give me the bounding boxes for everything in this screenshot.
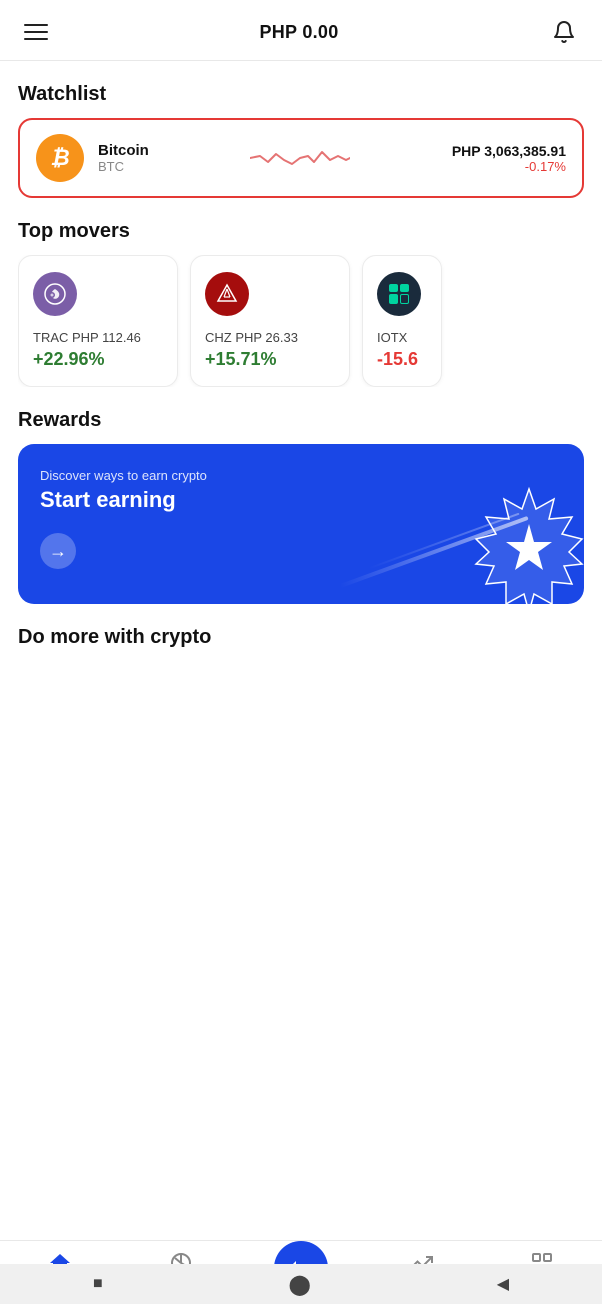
iotx-card[interactable]: IOTX -15.6 (362, 255, 442, 387)
rewards-arrow-button[interactable]: → (40, 533, 76, 569)
chz-change: +15.71% (205, 349, 335, 370)
rewards-card[interactable]: Discover ways to earn crypto Start earni… (18, 444, 584, 604)
coin-change: -0.17% (452, 159, 566, 174)
iotx-icon (377, 272, 421, 316)
android-back-btn[interactable]: ◀ (497, 1274, 509, 1294)
rewards-badge (464, 484, 584, 604)
rewards-title: Rewards (18, 409, 584, 432)
rewards-subtitle: Discover ways to earn crypto (40, 468, 562, 483)
bitcoin-symbol: ₿ (50, 145, 69, 171)
coin-price: PHP 3,063,385.91 (452, 143, 566, 159)
chz-label: CHZ PHP 26.33 (205, 330, 335, 345)
movers-row: TRAC PHP 112.46 +22.96% CHZ PHP 26.33 +1… (18, 255, 584, 387)
coin-name: Bitcoin (98, 142, 149, 159)
arrow-icon: → (49, 541, 67, 562)
iotx-change: -15.6 (377, 349, 427, 370)
android-circle-btn[interactable]: ⬤ (288, 1272, 310, 1297)
trac-change: +22.96% (33, 349, 163, 370)
trac-card[interactable]: TRAC PHP 112.46 +22.96% (18, 255, 178, 387)
trac-icon (33, 272, 77, 316)
chz-card[interactable]: CHZ PHP 26.33 +15.71% (190, 255, 350, 387)
android-square-btn[interactable]: ■ (93, 1275, 103, 1293)
iotx-label: IOTX (377, 330, 427, 345)
coin-info: Bitcoin BTC (98, 142, 149, 174)
header: PHP 0.00 (0, 0, 602, 61)
notifications-button[interactable] (550, 18, 578, 46)
main-content: Watchlist ₿ Bitcoin BTC PHP 3,063,385.91… (0, 83, 602, 801)
sparkline-chart (163, 140, 438, 176)
coin-price-area: PHP 3,063,385.91 -0.17% (452, 143, 566, 174)
chz-icon (205, 272, 249, 316)
top-movers-title: Top movers (18, 220, 584, 243)
watchlist-title: Watchlist (18, 83, 584, 106)
trac-label: TRAC PHP 112.46 (33, 330, 163, 345)
coin-ticker: BTC (98, 159, 149, 174)
bitcoin-logo: ₿ (36, 134, 84, 182)
android-navigation: ■ ⬤ ◀ (0, 1264, 602, 1304)
menu-button[interactable] (24, 24, 48, 40)
do-more-title: Do more with crypto (18, 626, 584, 649)
bitcoin-watchlist-card[interactable]: ₿ Bitcoin BTC PHP 3,063,385.91 -0.17% (18, 118, 584, 198)
balance-display: PHP 0.00 (259, 22, 338, 43)
